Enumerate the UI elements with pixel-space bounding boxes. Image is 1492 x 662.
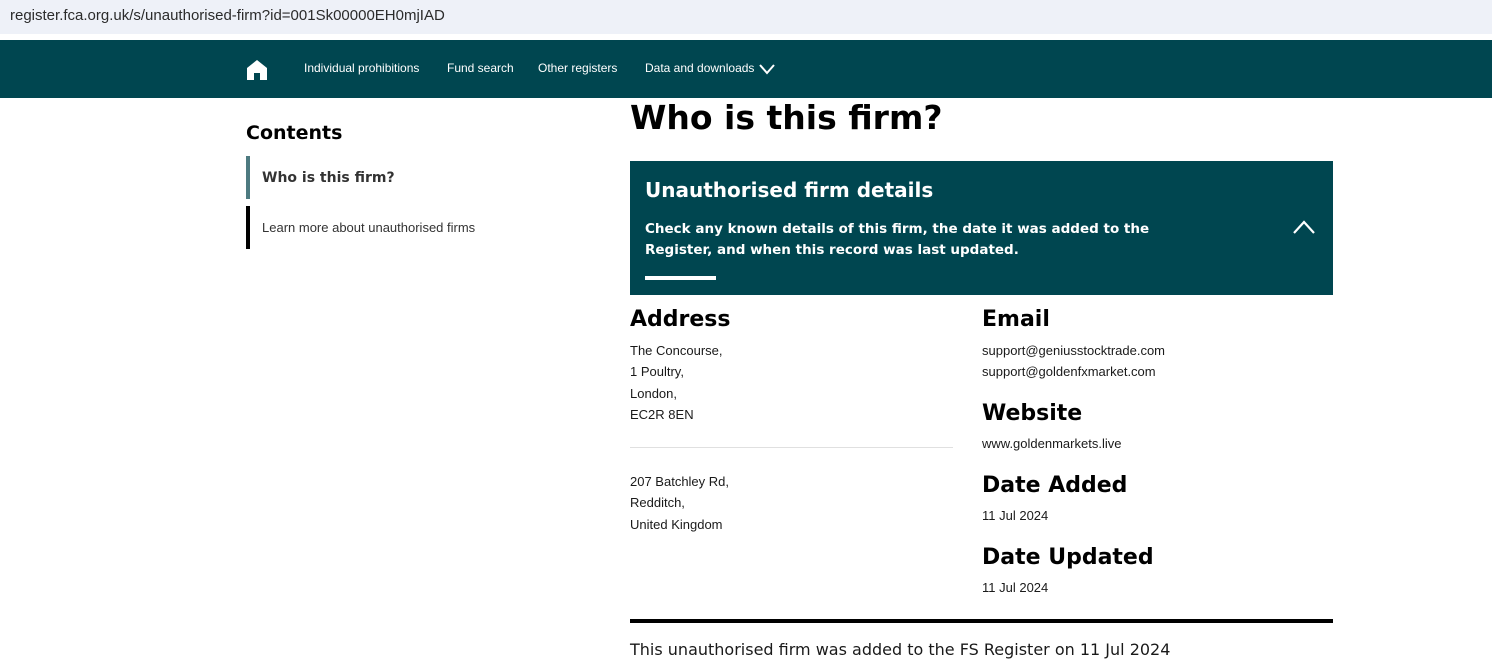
address-line: EC2R 8EN — [630, 407, 694, 423]
email-heading: Email — [982, 307, 1050, 332]
address-block-1: The Concourse, 1 Poultry, London, EC2R 8… — [630, 340, 723, 426]
page-title: Who is this firm? — [630, 98, 943, 137]
address-line: 207 Batchley Rd, — [630, 474, 730, 489]
website-heading: Website — [982, 401, 1083, 426]
toc-item-label: Learn more about unauthorised firms — [262, 220, 476, 235]
email-address: support@goldenfxmarket.com — [982, 364, 1156, 380]
accordion-title: Unauthorised firm details — [645, 178, 934, 202]
nav-item-fund-search[interactable]: Fund search — [447, 61, 514, 75]
added-to-register-note: This unauthorised firm was added to the … — [630, 640, 1171, 659]
toc-item-label: Who is this firm? — [262, 169, 395, 186]
address-divider — [630, 447, 953, 448]
address-heading: Address — [630, 307, 731, 332]
address-line: London, — [630, 385, 677, 401]
firm-details-accordion[interactable]: Unauthorised firm details Check any know… — [630, 161, 1333, 295]
address-line: Redditch, — [630, 495, 685, 511]
section-rule — [630, 619, 1333, 623]
browser-address-bar[interactable]: register.fca.org.uk/s/unauthorised-firm?… — [0, 0, 1492, 34]
website-value: www.goldenmarkets.live — [982, 436, 1122, 451]
url-text[interactable]: register.fca.org.uk/s/unauthorised-firm?… — [10, 7, 445, 24]
chevron-up-icon[interactable] — [1292, 219, 1316, 235]
accordion-underline — [645, 276, 716, 280]
address-line: The Concourse, — [630, 343, 723, 358]
address-line: United Kingdom — [630, 516, 723, 532]
date-added-value: 11 Jul 2024 — [982, 508, 1049, 523]
nav-item-other-registers[interactable]: Other registers — [538, 61, 617, 75]
address-block-2: 207 Batchley Rd, Redditch, United Kingdo… — [630, 471, 729, 535]
home-icon[interactable] — [246, 59, 268, 80]
toc-item-learn-more[interactable]: Learn more about unauthorised firms — [246, 206, 475, 249]
address-line: 1 Poultry, — [630, 364, 684, 380]
accordion-description: Check any known details of this firm, th… — [645, 221, 1150, 258]
nav-item-data-and-downloads[interactable]: Data and downloads — [645, 61, 754, 75]
contents-heading: Contents — [246, 122, 343, 144]
nav-item-individual-prohibitions[interactable]: Individual prohibitions — [304, 61, 419, 75]
chevron-down-icon[interactable] — [758, 62, 776, 76]
date-added-heading: Date Added — [982, 473, 1128, 498]
date-updated-value: 11 Jul 2024 — [982, 580, 1049, 595]
toc-item-who-is-this-firm[interactable]: Who is this firm? — [246, 156, 395, 199]
email-list: support@geniusstocktrade.com support@gol… — [982, 340, 1165, 383]
date-updated-heading: Date Updated — [982, 545, 1154, 570]
email-address: support@geniusstocktrade.com — [982, 343, 1166, 358]
